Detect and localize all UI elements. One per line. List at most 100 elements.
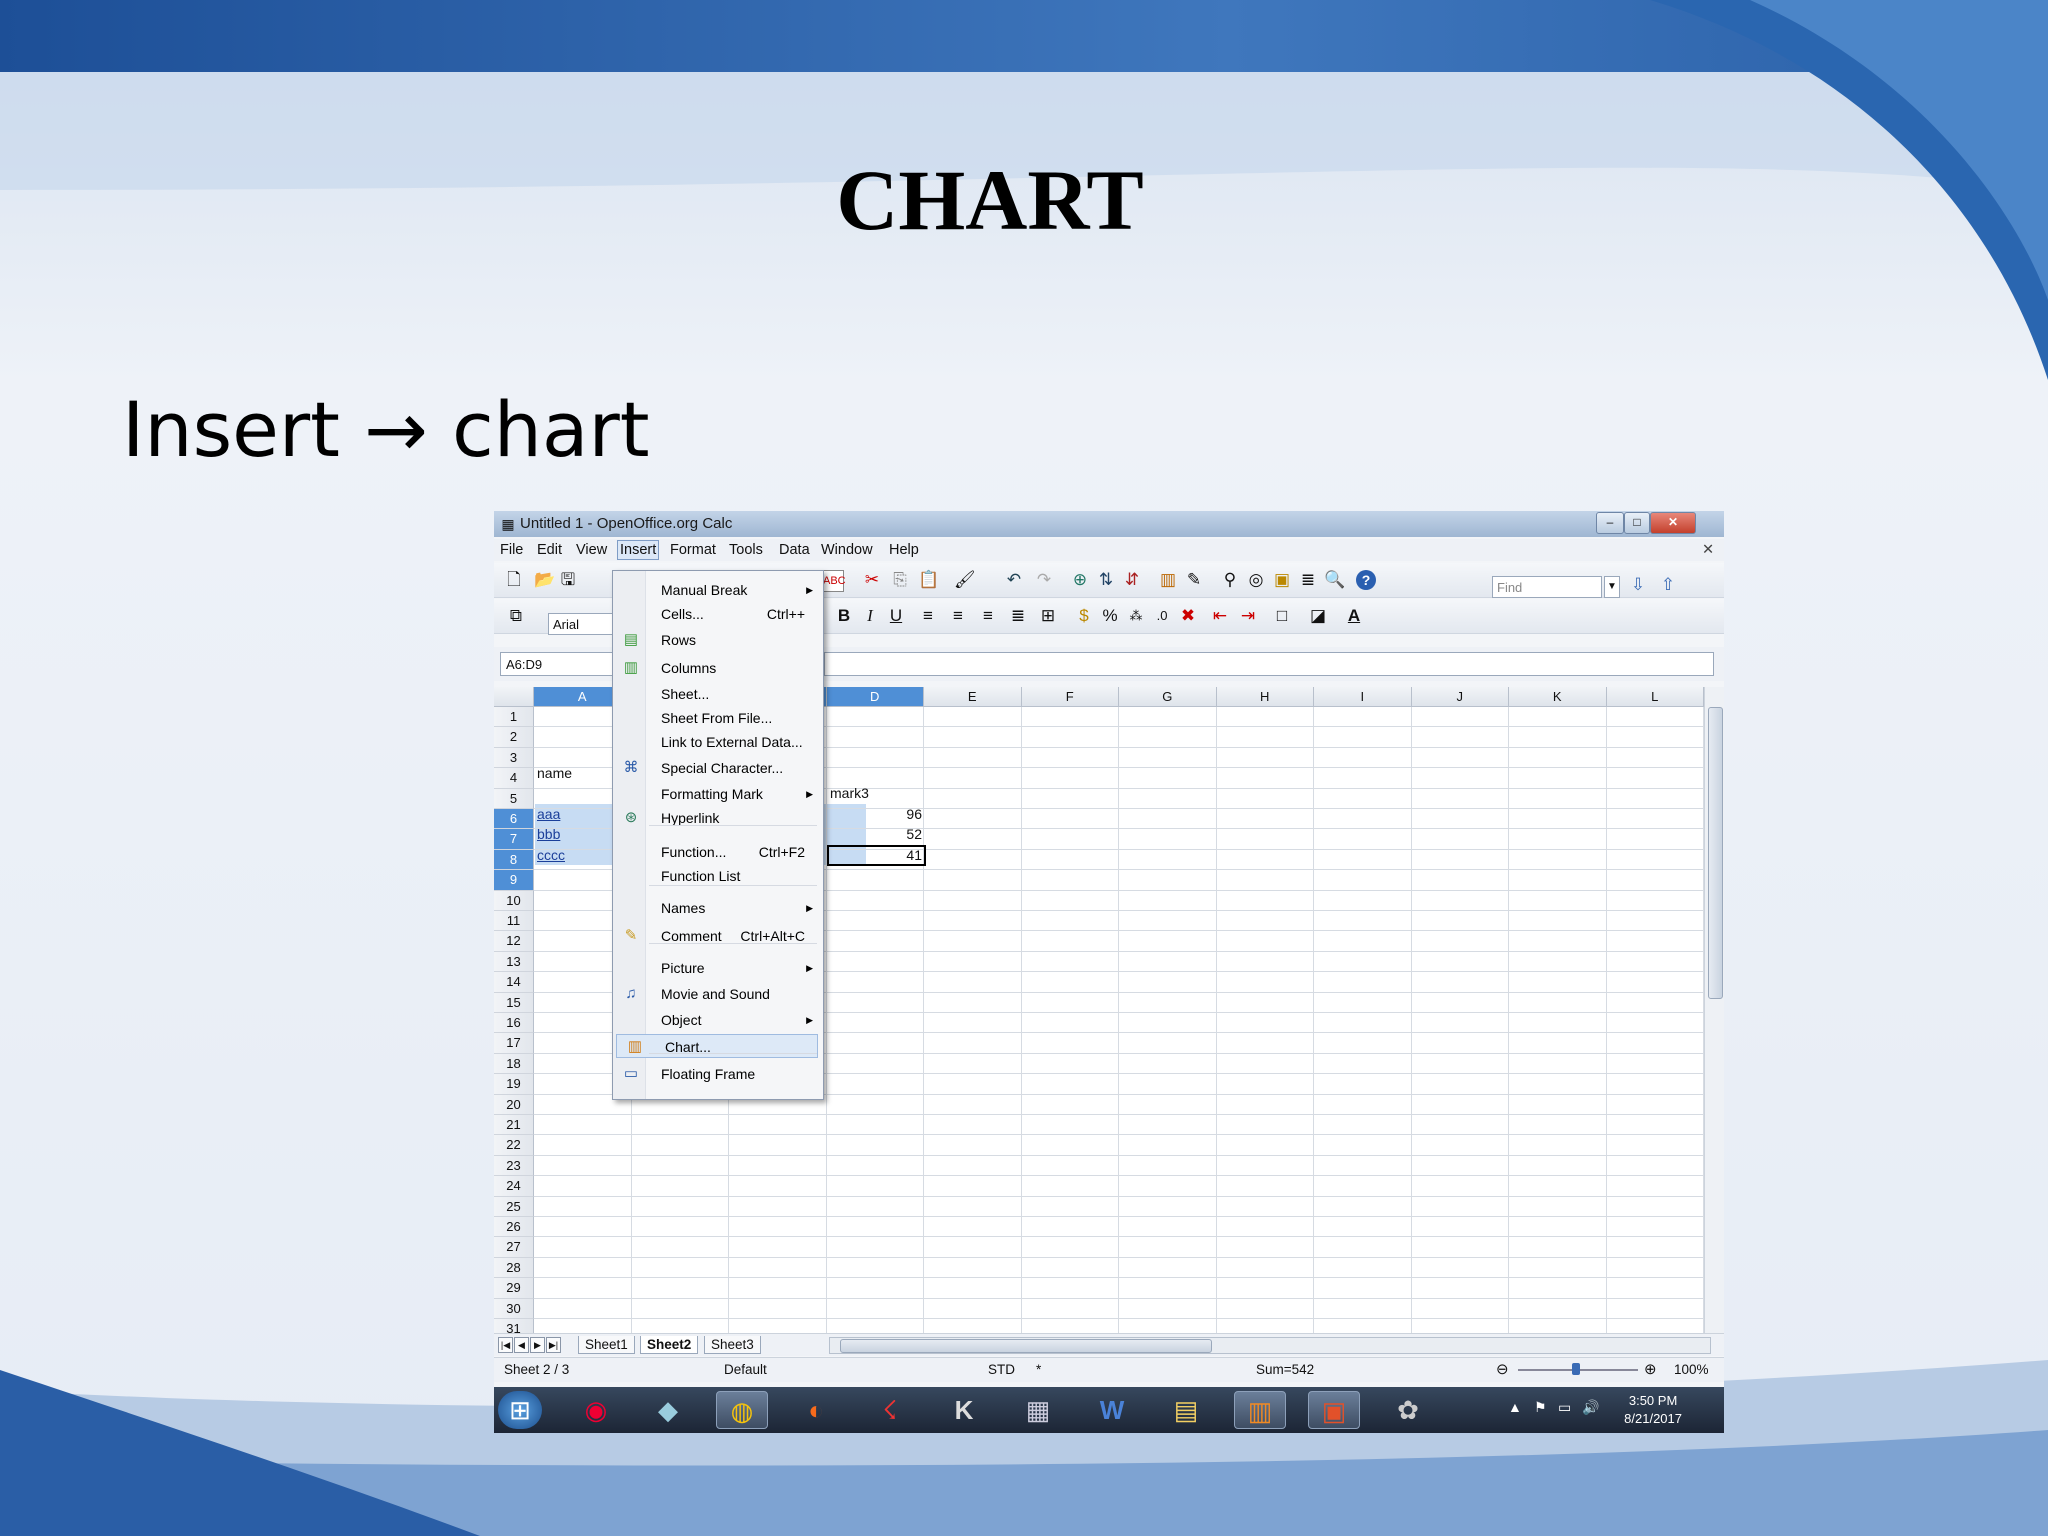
row-header-8[interactable]: 8 <box>494 849 534 871</box>
row-header-25[interactable]: 25 <box>494 1196 534 1217</box>
menu-tools[interactable]: Tools <box>729 542 763 558</box>
taskbar-clock[interactable]: 3:50 PM 8/21/2017 <box>1624 1392 1682 1428</box>
navigator-icon[interactable]: ◎ <box>1246 570 1266 590</box>
tab-sheet3[interactable]: Sheet3 <box>704 1336 761 1354</box>
horizontal-scroll-thumb[interactable] <box>840 1339 1212 1353</box>
standard-format-icon[interactable]: ⁂ <box>1126 606 1146 626</box>
menu-format[interactable]: Format <box>670 542 716 558</box>
align-right-icon[interactable]: ≡ <box>978 606 998 626</box>
save-icon[interactable]: 🖫 <box>558 570 578 590</box>
column-header-j[interactable]: J <box>1411 687 1509 707</box>
menu-item-movie-and-sound[interactable]: ♫ Movie and Sound <box>613 982 821 1006</box>
row-header-20[interactable]: 20 <box>494 1094 534 1115</box>
gallery-icon[interactable]: ▣ <box>1272 570 1292 590</box>
tab-sheet2[interactable]: Sheet2 <box>640 1336 699 1354</box>
select-all-corner[interactable] <box>494 687 534 707</box>
tray-volume-icon[interactable]: 🔊 <box>1582 1399 1599 1416</box>
taskbar-powerpoint-icon[interactable]: ▣ <box>1308 1391 1360 1429</box>
column-header-h[interactable]: H <box>1216 687 1314 707</box>
spellcheck-icon[interactable]: ABC <box>822 570 846 592</box>
menu-item-function[interactable]: Function... Ctrl+F2 <box>613 840 821 864</box>
row-header-3[interactable]: 3 <box>494 747 534 769</box>
sort-ascending-icon[interactable]: ⇅ <box>1096 570 1116 590</box>
tab-sheet1[interactable]: Sheet1 <box>578 1336 635 1354</box>
bold-icon[interactable]: B <box>834 606 854 626</box>
tray-network-icon[interactable]: ▭ <box>1558 1399 1571 1416</box>
row-header-19[interactable]: 19 <box>494 1074 534 1095</box>
copy-icon[interactable]: ⎘ <box>890 570 910 590</box>
redo-icon[interactable]: ↷ <box>1034 570 1054 590</box>
row-header-27[interactable]: 27 <box>494 1237 534 1258</box>
row-header-23[interactable]: 23 <box>494 1155 534 1177</box>
menu-item-floating-frame[interactable]: ▭ Floating Frame <box>613 1062 821 1086</box>
open-icon[interactable]: 📂 <box>534 570 555 590</box>
taskbar-app-red-icon[interactable]: ◉ <box>570 1391 622 1429</box>
undo-icon[interactable]: ↶ <box>1004 570 1024 590</box>
menu-data[interactable]: Data <box>779 542 810 558</box>
menu-help[interactable]: Help <box>889 542 919 558</box>
menu-item-cells[interactable]: Cells... Ctrl++ <box>613 602 821 626</box>
row-header-18[interactable]: 18 <box>494 1053 534 1075</box>
row-header-6[interactable]: 6 <box>494 809 534 830</box>
justify-icon[interactable]: ≣ <box>1008 606 1028 626</box>
prev-sheet-icon[interactable]: ◀ <box>514 1337 529 1353</box>
draw-functions-icon[interactable]: ✎ <box>1184 570 1204 590</box>
menu-item-hyperlink[interactable]: ⊛ Hyperlink <box>613 806 821 830</box>
merge-cells-icon[interactable]: ⊞ <box>1038 606 1058 626</box>
menu-file[interactable]: File <box>500 542 523 558</box>
vertical-scroll-thumb[interactable] <box>1708 707 1723 999</box>
last-sheet-icon[interactable]: ▶| <box>546 1337 561 1353</box>
cell-a5[interactable]: name <box>537 763 572 783</box>
tray-flag-icon[interactable]: ⚑ <box>1534 1399 1547 1416</box>
menu-item-chart[interactable]: ▥ Chart... <box>616 1034 818 1058</box>
menu-view[interactable]: View <box>576 542 607 558</box>
increase-indent-icon[interactable]: ⇥ <box>1238 606 1258 626</box>
row-header-9[interactable]: 9 <box>494 870 534 891</box>
new-document-icon[interactable]: 🗋 <box>504 570 524 590</box>
borders-icon[interactable]: □ <box>1272 606 1292 626</box>
tray-expand-icon[interactable]: ▲ <box>1508 1399 1522 1415</box>
row-header-29[interactable]: 29 <box>494 1278 534 1299</box>
cell-d8[interactable]: 52 <box>830 824 922 844</box>
vertical-scrollbar[interactable] <box>1704 687 1724 1333</box>
taskbar-paint-icon[interactable]: ✿ <box>1382 1391 1434 1429</box>
close-window-button[interactable]: ✕ <box>1650 512 1696 534</box>
cut-icon[interactable]: ✂ <box>862 570 882 590</box>
column-header-g[interactable]: G <box>1119 687 1217 707</box>
column-header-i[interactable]: I <box>1314 687 1412 707</box>
taskbar-explorer-icon[interactable]: ▤ <box>1160 1391 1212 1429</box>
cell-d6[interactable]: mark3 <box>830 783 869 803</box>
sort-descending-icon[interactable]: ⇵ <box>1122 570 1142 590</box>
name-box[interactable]: A6:D9 <box>500 652 630 676</box>
row-header-5[interactable]: 5 <box>494 788 534 809</box>
row-header-11[interactable]: 11 <box>494 911 534 932</box>
font-color-icon[interactable]: A <box>1344 606 1364 626</box>
menu-window[interactable]: Window <box>821 542 873 558</box>
cell-d9[interactable]: 41 <box>830 845 922 865</box>
column-header-k[interactable]: K <box>1509 687 1607 707</box>
menu-insert[interactable]: Insert <box>617 540 660 560</box>
minimize-button[interactable]: – <box>1596 512 1624 534</box>
currency-format-icon[interactable]: $ <box>1074 606 1094 626</box>
chart-toolbar-icon[interactable]: ▥ <box>1158 570 1178 590</box>
help-icon[interactable]: ? <box>1356 570 1376 590</box>
menu-item-object[interactable]: Object ▶ <box>613 1008 821 1032</box>
decrease-indent-icon[interactable]: ⇤ <box>1210 606 1230 626</box>
menu-item-picture[interactable]: Picture ▶ <box>613 956 821 980</box>
find-replace-icon[interactable]: ⚲ <box>1220 570 1240 590</box>
row-header-12[interactable]: 12 <box>494 931 534 952</box>
find-dropdown-chevron-down-icon[interactable]: ▼ <box>1604 576 1620 598</box>
menu-edit[interactable]: Edit <box>537 542 562 558</box>
zoom-out-icon[interactable]: ⊖ <box>1496 1360 1509 1378</box>
first-sheet-icon[interactable]: |◀ <box>498 1337 513 1353</box>
cell-a8[interactable]: bbb <box>537 824 560 844</box>
paste-icon[interactable]: 📋 <box>918 570 939 590</box>
row-header-1[interactable]: 1 <box>494 707 534 728</box>
align-left-icon[interactable]: ≡ <box>918 606 938 626</box>
italic-icon[interactable]: I <box>860 606 880 626</box>
menu-item-sheet[interactable]: Sheet... <box>613 682 821 706</box>
row-header-31[interactable]: 31 <box>494 1319 534 1333</box>
start-button[interactable]: ⊞ <box>498 1391 542 1429</box>
row-header-21[interactable]: 21 <box>494 1115 534 1136</box>
menu-item-link-to-external-data[interactable]: Link to External Data... <box>613 730 821 754</box>
